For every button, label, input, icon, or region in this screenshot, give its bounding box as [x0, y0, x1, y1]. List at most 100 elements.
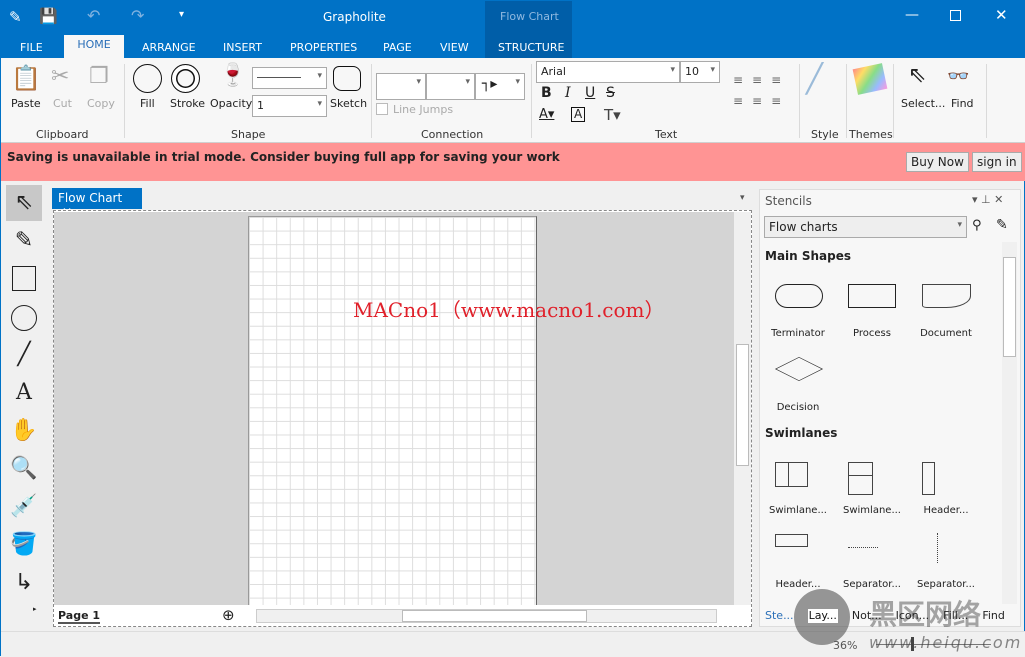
shape-label: Document — [920, 328, 972, 339]
paste-icon[interactable]: 📋 — [11, 64, 41, 92]
sketch-icon[interactable] — [333, 66, 361, 91]
pen-tool-icon[interactable]: ✎ — [6, 223, 42, 259]
group-label-themes[interactable]: Themes — [849, 128, 893, 141]
panel-tab-icons[interactable]: Icon... — [896, 609, 929, 623]
horizontal-scrollbar[interactable] — [256, 609, 717, 623]
swimlane-shape[interactable] — [775, 462, 808, 487]
section-title: Swimlanes — [765, 426, 838, 440]
separator-shape[interactable] — [848, 547, 878, 548]
ellipse-tool-icon[interactable] — [11, 305, 37, 331]
process-shape[interactable] — [848, 284, 896, 308]
zoom-tool-icon[interactable]: 🔍 — [6, 451, 42, 487]
document-shape[interactable] — [922, 284, 971, 308]
redo-icon[interactable]: ↷ — [131, 6, 144, 25]
sign-in-button[interactable]: sign in — [972, 152, 1022, 172]
binoculars-icon[interactable]: 👓 — [947, 66, 969, 87]
document-tab[interactable]: Flow Chart ✕ — [52, 188, 142, 219]
connector-tool-icon[interactable]: ↳ — [6, 565, 42, 601]
panel-menu-icons[interactable]: ▾ ⊥ ✕ — [972, 193, 1003, 206]
line-width-select[interactable]: 1 — [252, 95, 327, 117]
scroll-thumb[interactable] — [736, 344, 749, 466]
cut-icon: ✂ — [51, 64, 70, 89]
line-style-select[interactable] — [252, 67, 327, 89]
copy-button[interactable]: Copy — [87, 97, 115, 110]
stroke-button[interactable]: Stroke — [170, 97, 205, 110]
connection-start-select[interactable] — [376, 73, 426, 100]
select-button[interactable]: Select... — [901, 97, 945, 110]
pointer-tool-icon[interactable]: ⇖ — [6, 185, 42, 221]
drawing-page[interactable] — [248, 216, 537, 605]
style-brush-icon[interactable]: ╱ — [806, 62, 823, 95]
tab-insert[interactable]: INSERT — [223, 41, 262, 54]
tab-page[interactable]: PAGE — [383, 41, 412, 54]
rectangle-tool-icon[interactable] — [12, 266, 36, 291]
paint-bucket-tool-icon[interactable]: 🪣 — [6, 527, 42, 563]
eyedropper-tool-icon[interactable]: 💉 — [6, 489, 42, 525]
header-shape[interactable] — [922, 462, 935, 495]
cut-button[interactable]: Cut — [53, 97, 72, 110]
minimize-button[interactable]: — — [905, 7, 919, 23]
tab-structure[interactable]: STRUCTURE — [498, 41, 564, 54]
themes-icon[interactable] — [852, 63, 888, 95]
fill-button[interactable]: Fill — [140, 97, 155, 110]
stencils-scrollbar[interactable] — [1002, 242, 1017, 604]
search-icon[interactable]: ⚲ — [972, 218, 982, 233]
italic-button[interactable]: I — [565, 85, 571, 101]
vertical-scrollbar[interactable] — [734, 212, 751, 605]
find-button[interactable]: Find — [951, 97, 974, 110]
undo-icon[interactable]: ↶ — [87, 6, 100, 25]
close-button[interactable]: ✕ — [995, 6, 1008, 24]
h-scroll-thumb[interactable] — [402, 610, 587, 622]
paste-button[interactable]: Paste — [11, 97, 41, 110]
quick-access-dropdown-icon[interactable]: ▾ — [179, 9, 184, 20]
connector-type-select[interactable]: ┐▸ — [475, 73, 525, 100]
header-shape[interactable] — [775, 534, 808, 547]
strikethrough-button[interactable]: S — [606, 85, 615, 101]
sketch-button[interactable]: Sketch — [330, 97, 367, 110]
font-color-icon[interactable]: A▾ — [539, 107, 554, 122]
align-top-icons[interactable]: ≡≡≡ — [733, 73, 790, 87]
separator-shape[interactable] — [937, 533, 938, 563]
font-size-select[interactable]: 10 — [680, 61, 720, 83]
fill-icon[interactable] — [133, 64, 162, 93]
stencil-library-select[interactable]: Flow charts — [764, 216, 967, 238]
maximize-button[interactable] — [950, 10, 961, 21]
tab-list-dropdown-icon[interactable]: ▾ — [740, 193, 745, 203]
opacity-icon[interactable]: 🍷 — [219, 63, 246, 88]
panel-tab-fill[interactable]: Fill... — [943, 609, 968, 623]
connection-end-select[interactable] — [426, 73, 475, 100]
tab-home[interactable]: HOME — [64, 35, 124, 58]
panel-tab-find[interactable]: Find — [982, 609, 1005, 623]
panel-tab-layers[interactable]: Lay... — [807, 609, 838, 623]
stroke-icon[interactable] — [171, 64, 200, 93]
save-icon[interactable]: 💾 — [39, 7, 58, 25]
highlight-icon[interactable]: A — [571, 107, 586, 122]
text-tool-icon[interactable]: A — [6, 375, 42, 411]
group-label-style[interactable]: Style — [811, 128, 839, 141]
tab-arrange[interactable]: ARRANGE — [142, 41, 196, 54]
align-middle-icons[interactable]: ≡≡≡ — [733, 94, 790, 108]
bold-button[interactable]: B — [541, 85, 552, 101]
add-page-icon[interactable]: ⊕ — [222, 606, 235, 624]
tab-properties[interactable]: PROPERTIES — [290, 41, 357, 54]
tab-view[interactable]: VIEW — [440, 41, 469, 54]
decision-shape[interactable] — [774, 356, 824, 382]
line-tool-icon[interactable]: ╱ — [6, 337, 42, 373]
buy-now-button[interactable]: Buy Now — [906, 152, 969, 172]
select-cursor-icon[interactable]: ⇖ — [908, 63, 926, 88]
panel-tab-stencils[interactable]: Ste... — [765, 609, 794, 623]
tab-file[interactable]: FILE — [20, 41, 43, 54]
edit-icon[interactable]: ✎ — [996, 217, 1008, 233]
terminator-shape[interactable] — [775, 284, 823, 308]
swimlane-shape[interactable] — [848, 462, 873, 495]
line-jumps-checkbox[interactable] — [376, 103, 388, 115]
panel-tab-notes[interactable]: Not... — [852, 609, 882, 623]
underline-button[interactable]: U — [585, 85, 595, 101]
font-family-select[interactable]: Arial — [536, 61, 680, 83]
hand-tool-icon[interactable]: ✋ — [6, 413, 42, 449]
stencils-scroll-thumb[interactable] — [1003, 257, 1016, 357]
text-effects-icon[interactable]: T▾ — [604, 106, 621, 124]
opacity-button[interactable]: Opacity — [210, 97, 252, 110]
page-tab[interactable]: Page 1 — [58, 609, 101, 624]
expand-tools-icon[interactable]: ▸ — [33, 605, 37, 613]
